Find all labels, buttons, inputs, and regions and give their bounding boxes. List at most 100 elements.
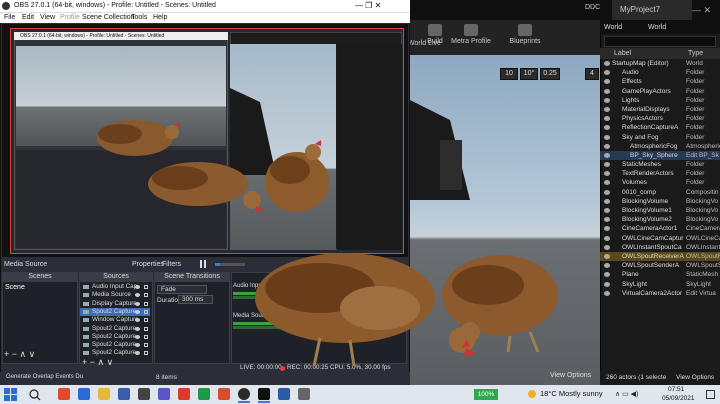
viewport-grid-snap[interactable]: 10: [500, 68, 518, 80]
visibility-eye-icon[interactable]: [604, 134, 610, 140]
battery-indicator[interactable]: 100%: [474, 389, 498, 400]
lock-icon[interactable]: [144, 293, 148, 298]
column-label[interactable]: Label: [614, 48, 631, 59]
lock-icon[interactable]: [144, 318, 148, 323]
menu-tools[interactable]: Tools: [131, 13, 147, 23]
outliner-row[interactable]: GamePlayActors Folder: [600, 87, 720, 96]
visibility-eye-icon[interactable]: [604, 198, 610, 204]
lock-icon[interactable]: [144, 351, 148, 356]
outliner-row[interactable]: Lights Folder: [600, 96, 720, 105]
column-type[interactable]: Type: [688, 48, 703, 59]
visibility-eye-icon[interactable]: [135, 334, 140, 339]
visibility-eye-icon[interactable]: [604, 106, 610, 112]
source-item[interactable]: Window Capture: [80, 316, 150, 324]
visibility-eye-icon[interactable]: [135, 301, 140, 306]
lock-icon[interactable]: [144, 309, 148, 314]
outliner-row[interactable]: BlockingVolume2 BlockingVo: [600, 215, 720, 224]
outliner-row[interactable]: OWLSpoutReceiverA OWLSpoutR: [600, 251, 720, 262]
unreal-project-tab[interactable]: MyProject7: [612, 0, 692, 20]
app-icon[interactable]: [298, 388, 310, 400]
outliner-row[interactable]: OWLSpoutSenderA OWLSpoutS: [600, 261, 720, 270]
outliner-row[interactable]: ReflectionCaptureA Folder: [600, 123, 720, 132]
chrome-icon[interactable]: [58, 388, 70, 400]
scenes-dock-controls[interactable]: + − ∧ ∨: [4, 350, 35, 359]
outliner-row[interactable]: Volumes Folder: [600, 178, 720, 187]
visibility-eye-icon[interactable]: [604, 281, 610, 287]
viewport-rotation-snap[interactable]: 10°: [520, 68, 538, 80]
weather-widget[interactable]: 18°C Mostly sunny: [540, 389, 603, 398]
source-item[interactable]: Spout2 Capture: [80, 325, 150, 333]
obs-window-controls[interactable]: — ❐ ✕: [355, 0, 410, 12]
visibility-eye-icon[interactable]: [604, 180, 610, 186]
visibility-eye-icon[interactable]: [604, 189, 610, 195]
visibility-eye-icon[interactable]: [135, 326, 140, 331]
word-icon[interactable]: [278, 388, 290, 400]
notifications-icon[interactable]: [706, 390, 715, 399]
visibility-eye-icon[interactable]: [604, 208, 610, 213]
viewport-view-options[interactable]: View Options: [550, 372, 591, 379]
outliner-row[interactable]: BP_Sky_Sphere Edit BP_Sk: [600, 150, 720, 161]
viewport-scale-snap[interactable]: 0.25: [540, 68, 560, 80]
visibility-eye-icon[interactable]: [604, 217, 610, 223]
toolbar-metra-profile-button[interactable]: Metra Profile: [446, 24, 496, 52]
outliner-row[interactable]: OWLCineCamCaptur OWLCineCa: [600, 234, 720, 243]
visibility-eye-icon[interactable]: [604, 70, 610, 76]
visibility-eye-icon[interactable]: [135, 343, 140, 348]
outliner-row[interactable]: AtmosphericFog Atmospheric: [600, 142, 720, 151]
visibility-eye-icon[interactable]: [604, 61, 610, 66]
unreal-taskbar-icon[interactable]: [258, 388, 270, 400]
file-explorer-icon[interactable]: [98, 388, 110, 400]
source-item[interactable]: Display Capture: [80, 300, 150, 308]
office-icon[interactable]: [178, 388, 190, 400]
visibility-eye-icon[interactable]: [604, 79, 610, 85]
visibility-eye-icon[interactable]: [604, 226, 610, 232]
obs-taskbar-icon[interactable]: [238, 388, 250, 400]
outliner-row[interactable]: OWLInstantSpoutCa OWLInstant: [600, 243, 720, 252]
source-item[interactable]: Spout2 Capture: [80, 341, 150, 349]
visibility-eye-icon[interactable]: [135, 309, 140, 314]
properties-button[interactable]: Properties: [132, 259, 164, 270]
outliner-row[interactable]: MaterialDisplays Folder: [600, 105, 720, 114]
outliner-row[interactable]: TextRenderActors Folder: [600, 169, 720, 178]
visibility-eye-icon[interactable]: [604, 290, 610, 296]
menu-edit[interactable]: Edit: [22, 13, 34, 23]
edge-icon[interactable]: [78, 388, 90, 400]
source-item[interactable]: Spout2 Capture: [80, 333, 150, 341]
visibility-eye-icon[interactable]: [604, 272, 610, 278]
visibility-eye-icon[interactable]: [135, 351, 140, 356]
menu-profile[interactable]: Profile: [60, 13, 80, 23]
outliner-row[interactable]: 0010_comp Compositin: [600, 188, 720, 197]
visibility-eye-icon[interactable]: [604, 97, 610, 103]
lock-icon[interactable]: [144, 334, 148, 339]
unreal-window-controls[interactable]: — ✕: [692, 0, 720, 20]
system-tray-icons[interactable]: ∧ ▭ ◀): [615, 390, 638, 398]
source-item[interactable]: Media Source: [80, 291, 150, 299]
outliner-view-options[interactable]: View Options: [676, 371, 714, 385]
menu-view[interactable]: View: [40, 13, 55, 23]
tab-world-1[interactable]: World: [604, 22, 622, 34]
visibility-eye-icon[interactable]: [135, 293, 140, 298]
clock-time[interactable]: 07:51: [668, 386, 684, 393]
powerpoint-icon[interactable]: [218, 388, 230, 400]
source-item[interactable]: Spout2 Capture: [80, 307, 150, 317]
outliner-row[interactable]: StaticMeshes Folder: [600, 160, 720, 169]
visibility-eye-icon[interactable]: [604, 253, 610, 259]
visibility-eye-icon[interactable]: [604, 125, 610, 131]
search-icon[interactable]: [22, 387, 52, 402]
outliner-row[interactable]: CineCameraActor1 CineCamera: [600, 224, 720, 233]
visibility-eye-icon[interactable]: [604, 162, 610, 168]
visibility-eye-icon[interactable]: [604, 88, 610, 94]
outliner-row[interactable]: VirtualCamera2Actor Edit Virtua: [600, 289, 720, 298]
outliner-row[interactable]: Sky and Fog Folder: [600, 133, 720, 142]
lock-icon[interactable]: [144, 285, 148, 289]
duration-input[interactable]: 300 ms: [178, 295, 213, 304]
visibility-eye-icon[interactable]: [604, 171, 610, 177]
windows-start-icon[interactable]: [4, 388, 17, 401]
toolbar-blueprints-button[interactable]: Blueprints: [500, 24, 550, 52]
lock-icon[interactable]: [144, 343, 148, 348]
teams-icon[interactable]: [158, 388, 170, 400]
clock-date[interactable]: 05/09/2021: [662, 395, 695, 402]
excel-icon[interactable]: [198, 388, 210, 400]
lock-icon[interactable]: [144, 326, 148, 331]
visibility-eye-icon[interactable]: [604, 116, 610, 122]
